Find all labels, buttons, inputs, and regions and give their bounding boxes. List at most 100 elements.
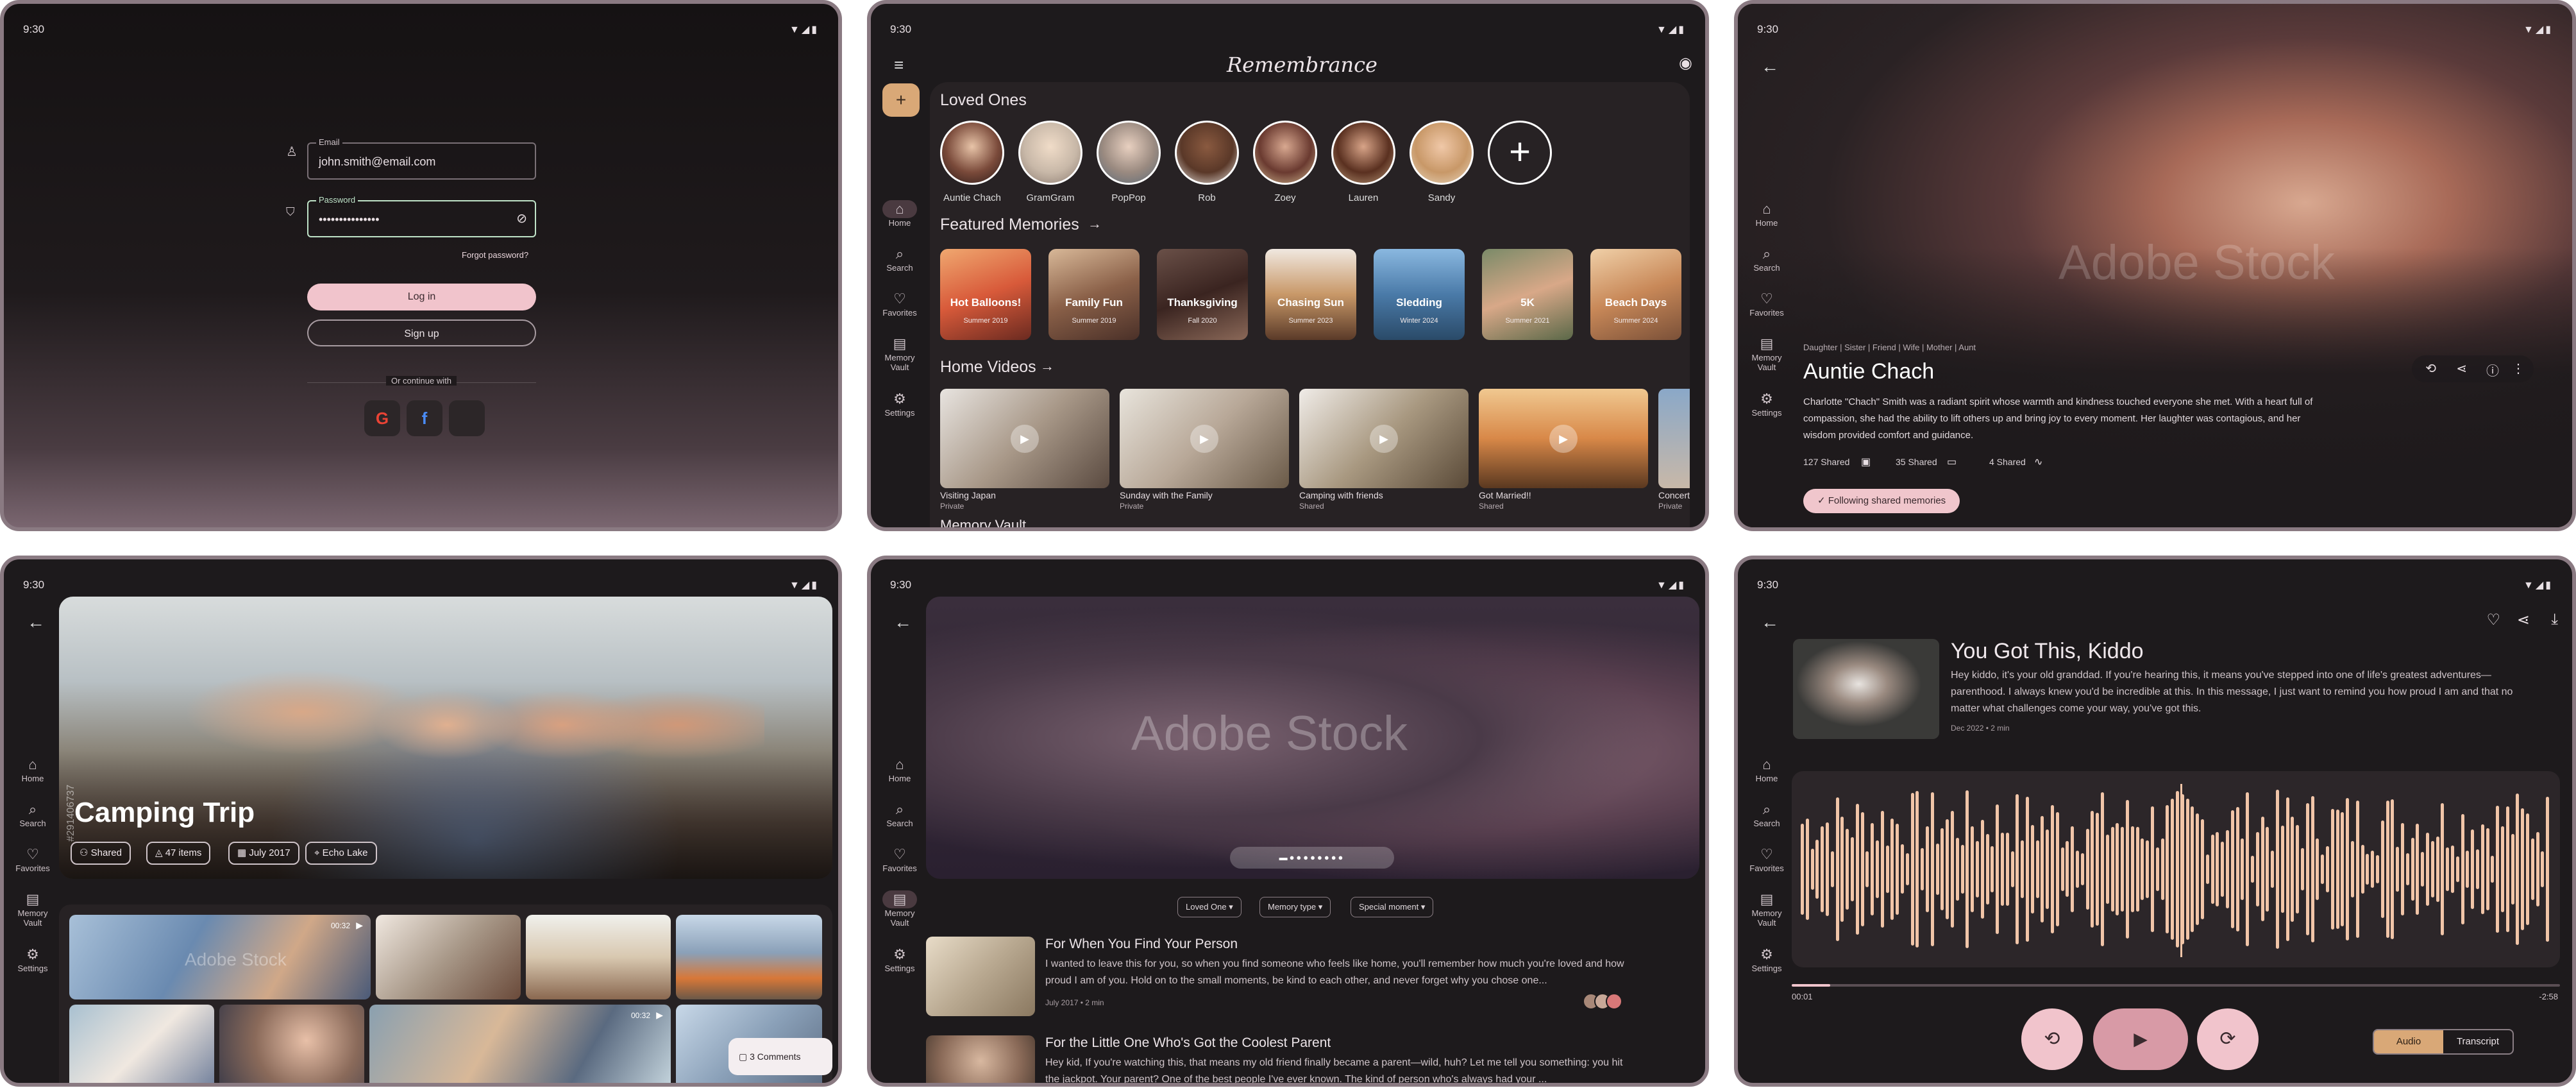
featured-card[interactable]: Beach Days Summer 2024 [1590, 249, 1681, 340]
share-icon[interactable]: ⋖ [2517, 611, 2530, 629]
featured-card[interactable]: Sledding Winter 2024 [1374, 249, 1465, 340]
items-pill[interactable]: ◬ 47 items [146, 842, 211, 865]
avatar[interactable] [1410, 121, 1474, 185]
nav-settings[interactable]: ⚙ Settings [1746, 946, 1788, 973]
avatar[interactable] [1097, 121, 1161, 185]
featured-title[interactable]: Featured Memories [940, 216, 1079, 234]
share-icon[interactable]: ⋖ [2456, 361, 2467, 377]
avatar[interactable] [1018, 121, 1082, 185]
nav-settings[interactable]: ⚙ Settings [12, 946, 54, 973]
avatar[interactable] [1331, 121, 1395, 185]
signup-button[interactable]: Sign up [307, 319, 536, 346]
seek-track[interactable] [1792, 984, 2560, 987]
video-card[interactable] [1658, 389, 1690, 488]
nav-favorites[interactable]: ♡ Favorites [1746, 290, 1788, 318]
shared-pill[interactable]: ⚇ Shared [71, 842, 131, 865]
playhead[interactable] [2180, 784, 2182, 957]
play-button[interactable]: ▶ [2093, 1008, 2188, 1070]
memory-title[interactable]: For When You Find Your Person [1045, 937, 1238, 952]
more-icon[interactable]: ⋮ [2512, 361, 2525, 377]
date-pill[interactable]: ▦ July 2017 [228, 842, 299, 865]
nav-favorites[interactable]: ♡ Favorites [1746, 846, 1788, 873]
forward-button[interactable]: ⟳ [2197, 1008, 2259, 1070]
video-card[interactable]: ▶ [1120, 389, 1289, 488]
google-button[interactable]: G [364, 400, 400, 436]
memory-title[interactable]: For the Little One Who's Got the Coolest… [1045, 1035, 1331, 1051]
nav-vault[interactable]: ▤ Memory Vault [12, 890, 54, 928]
memory-thumb[interactable] [926, 1035, 1035, 1083]
back-arrow-icon[interactable]: ← [1761, 56, 1779, 77]
nav-search[interactable]: ⌕ Search [12, 801, 54, 828]
featured-card[interactable]: Hot Balloons! Summer 2019 [940, 249, 1031, 340]
rewind-button[interactable]: ⟲ [2021, 1008, 2083, 1070]
nav-favorites[interactable]: ♡ Favorites [879, 846, 921, 873]
back-arrow-icon[interactable]: ← [1761, 612, 1779, 633]
back-arrow-icon[interactable]: ← [894, 612, 912, 633]
nav-search[interactable]: ⌕ Search [1746, 801, 1788, 828]
email-field[interactable]: Email john.smith@email.com [307, 137, 536, 180]
nav-settings[interactable]: ⚙ Settings [879, 946, 921, 973]
avatar[interactable] [1253, 121, 1317, 185]
carousel-dots[interactable]: ▬●●●●●●●● [1230, 847, 1394, 869]
arrow-right-icon[interactable]: → [1088, 216, 1102, 232]
media-thumb[interactable] [219, 1005, 364, 1083]
memory-thumb[interactable] [926, 937, 1035, 1016]
location-pill[interactable]: ⌖ Echo Lake [305, 842, 377, 865]
transcript-tab[interactable]: Transcript [2443, 1030, 2513, 1053]
nav-home[interactable]: ⌂ Home [12, 756, 54, 783]
media-thumb[interactable] [376, 915, 521, 999]
nav-favorites[interactable]: ♡ Favorites [879, 290, 921, 318]
arrow-right-icon[interactable]: → [1040, 358, 1054, 375]
loved-one-filter[interactable]: Loved One ▾ [1177, 897, 1242, 917]
nav-search[interactable]: ⌕ Search [879, 245, 921, 273]
nav-settings[interactable]: ⚙ Settings [879, 390, 921, 418]
media-thumb[interactable] [526, 915, 671, 999]
nav-home[interactable]: ⌂ Home [1746, 200, 1788, 228]
media-thumb[interactable] [676, 915, 822, 999]
nav-favorites[interactable]: ♡ Favorites [12, 846, 54, 873]
special-moment-filter[interactable]: Special moment ▾ [1351, 897, 1434, 917]
apple-button[interactable] [449, 400, 485, 436]
visibility-off-icon[interactable]: ⊘ [516, 210, 527, 226]
nav-settings[interactable]: ⚙ Settings [1746, 390, 1788, 418]
info-icon[interactable]: ⓘ [2486, 361, 2499, 379]
memory-vault-title[interactable]: Memory Vault [940, 517, 1026, 527]
video-card[interactable]: ▶ [1479, 389, 1648, 488]
following-chip[interactable]: ✓ Following shared memories [1803, 489, 1960, 513]
account-icon[interactable]: ◉ [1679, 54, 1692, 72]
history-icon[interactable]: ⟲ [2425, 361, 2436, 377]
media-thumb[interactable]: Adobe Stock 00:32 ▶ [69, 915, 371, 999]
nav-home[interactable]: ⌂ Home [879, 756, 921, 783]
password-field[interactable]: Password ••••••••••••••• ⊘ [307, 195, 536, 237]
nav-vault[interactable]: ▤ Memory Vault [879, 890, 921, 928]
nav-home[interactable]: ⌂ Home [1746, 756, 1788, 783]
home-videos-title[interactable]: Home Videos [940, 358, 1036, 377]
avatar[interactable] [940, 121, 1004, 185]
nav-vault[interactable]: ▤ Memory Vault [1746, 335, 1788, 372]
download-icon[interactable]: ⤓ [2551, 611, 2558, 629]
video-card[interactable]: ▶ [1299, 389, 1469, 488]
featured-card[interactable]: Chasing Sun Summer 2023 [1265, 249, 1356, 340]
facebook-button[interactable]: f [407, 400, 442, 436]
nav-home[interactable]: ⌂ Home [879, 200, 921, 228]
nav-search[interactable]: ⌕ Search [879, 801, 921, 828]
add-loved-one-button[interactable]: + [1488, 121, 1552, 185]
heart-icon[interactable]: ♡ [2486, 611, 2500, 629]
audio-tab[interactable]: Audio [2374, 1030, 2443, 1053]
back-arrow-icon[interactable]: ← [27, 612, 45, 633]
nav-vault[interactable]: ▤ Memory Vault [1746, 890, 1788, 928]
nav-vault[interactable]: ▤ Memory Vault [879, 335, 921, 372]
memory-type-filter[interactable]: Memory type ▾ [1259, 897, 1331, 917]
avatar[interactable] [1175, 121, 1239, 185]
featured-card[interactable]: Family Fun Summer 2019 [1048, 249, 1140, 340]
forgot-password-link[interactable]: Forgot password? [462, 250, 528, 260]
nav-search[interactable]: ⌕ Search [1746, 245, 1788, 273]
featured-card[interactable]: 5K Summer 2021 [1482, 249, 1573, 340]
featured-card[interactable]: Thanksgiving Fall 2020 [1157, 249, 1248, 340]
login-button[interactable]: Log in [307, 284, 536, 310]
video-card[interactable]: ▶ [940, 389, 1109, 488]
audio-waveform[interactable] [1792, 771, 2560, 967]
comments-button[interactable]: ▢ 3 Comments [728, 1038, 832, 1075]
media-thumb[interactable] [69, 1005, 214, 1083]
media-thumb[interactable]: 00:32 ▶ [369, 1005, 671, 1083]
